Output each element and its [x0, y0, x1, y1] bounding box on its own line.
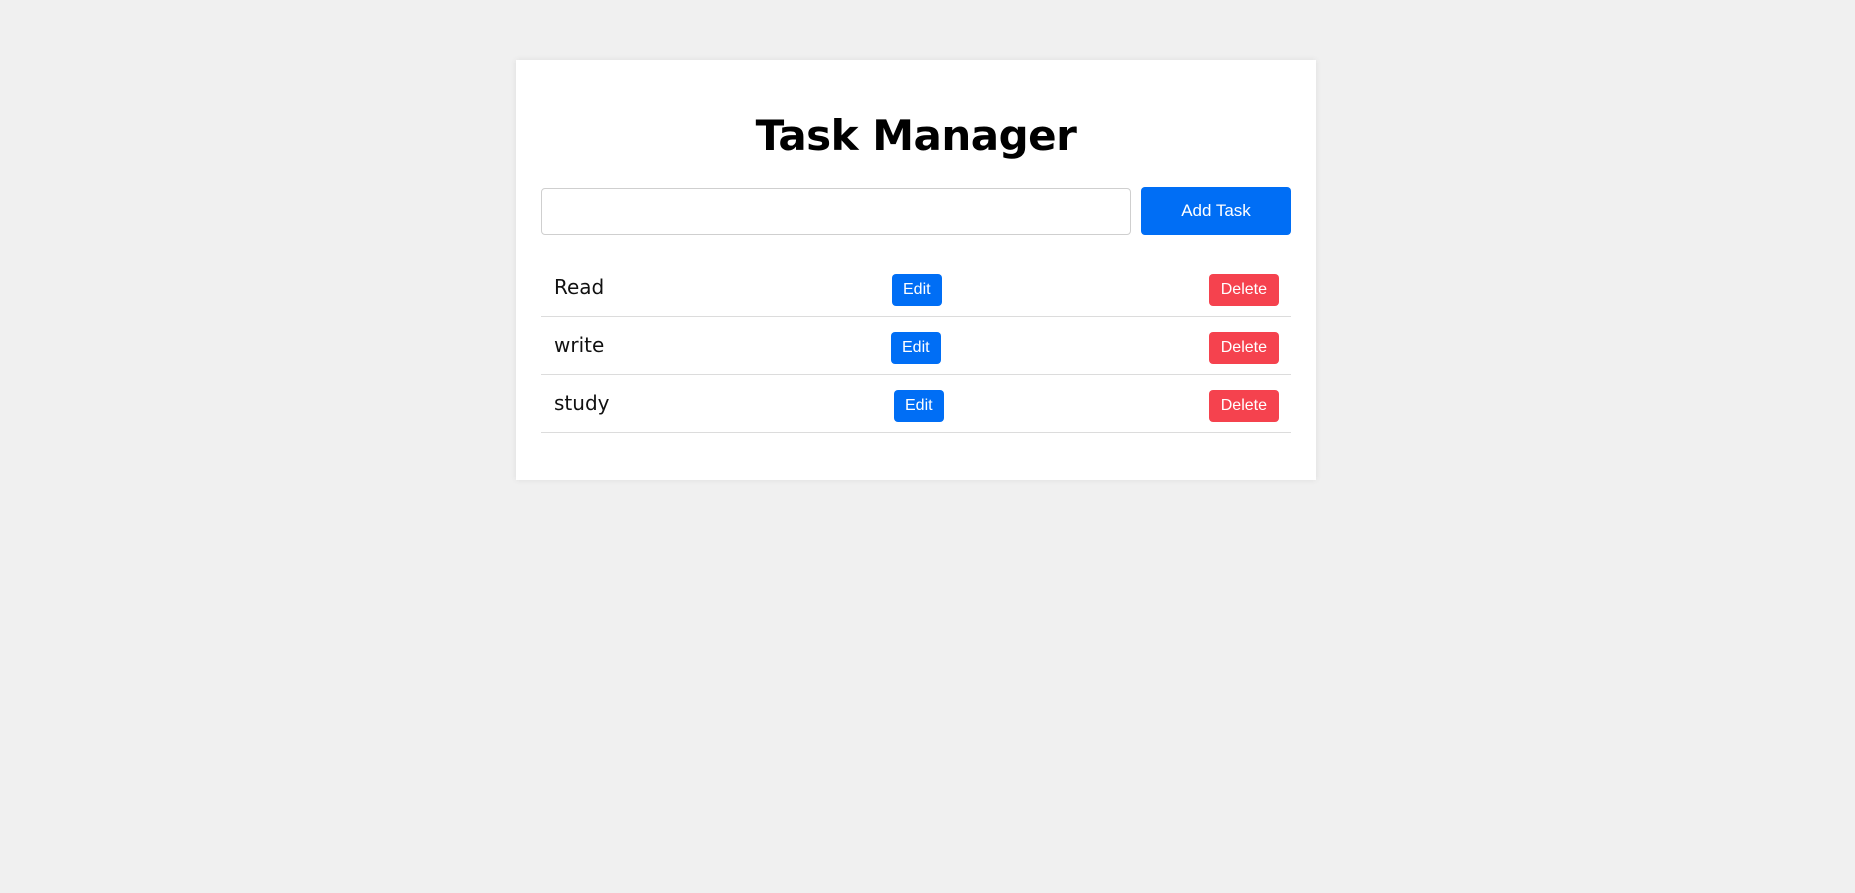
task-list: Read Edit Delete write Edit Delete study…: [541, 259, 1291, 433]
task-item: Read Edit Delete: [541, 259, 1291, 317]
task-manager-card: Task Manager Add Task Read Edit Delete w…: [516, 60, 1316, 480]
task-item: study Edit Delete: [541, 375, 1291, 433]
delete-task-button[interactable]: Delete: [1208, 332, 1279, 364]
page-title: Task Manager: [755, 111, 1077, 160]
task-text: write: [554, 333, 605, 357]
add-task-button[interactable]: Add Task: [1141, 187, 1291, 235]
delete-task-button[interactable]: Delete: [1208, 274, 1279, 306]
edit-task-button[interactable]: Edit: [891, 332, 941, 364]
task-text: study: [554, 391, 610, 415]
add-task-row: Add Task: [541, 187, 1291, 235]
task-item: write Edit Delete: [541, 317, 1291, 375]
edit-task-button[interactable]: Edit: [894, 390, 944, 422]
delete-task-button[interactable]: Delete: [1208, 390, 1279, 422]
edit-task-button[interactable]: Edit: [892, 274, 942, 306]
task-input[interactable]: [541, 187, 1131, 235]
task-text: Read: [554, 275, 605, 299]
